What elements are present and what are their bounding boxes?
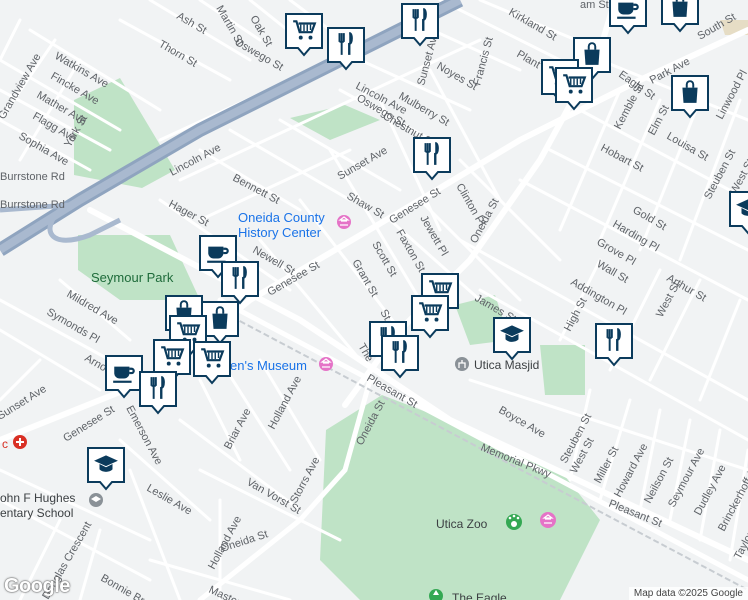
- restaurant-marker[interactable]: [595, 323, 633, 367]
- map-canvas[interactable]: Ash St Martin St Oak St Oswego St Thorn …: [0, 0, 748, 600]
- shopping-bag-icon: [671, 0, 689, 18]
- map-attribution[interactable]: Map data ©2025 Google: [628, 587, 748, 600]
- street-label: Jewett Pl: [417, 214, 450, 259]
- street-label: Burrstone Rd: [0, 171, 65, 183]
- street-label: Faxton St: [393, 228, 427, 275]
- museum-icon[interactable]: [319, 357, 333, 371]
- street-label: Grant St: [349, 258, 380, 299]
- shopping-bag-marker[interactable]: [201, 301, 239, 345]
- restaurant-marker[interactable]: [401, 3, 439, 47]
- street-label: Hobart St: [599, 142, 646, 174]
- street-label: Shaw St: [345, 190, 386, 221]
- poi-label-eagle: The Eagle: [452, 591, 507, 600]
- museum-icon[interactable]: [337, 215, 351, 229]
- shopping-bag-marker[interactable]: [671, 75, 709, 119]
- poi-label-zoo: Utica Zoo: [436, 517, 488, 531]
- restaurant-marker[interactable]: [327, 27, 365, 71]
- restaurant-marker[interactable]: [413, 137, 451, 181]
- poi-label-history-center-1: Oneida County: [238, 210, 325, 225]
- zoo-icon[interactable]: [506, 514, 522, 530]
- school-icon[interactable]: [89, 493, 103, 507]
- museum-icon[interactable]: [540, 512, 556, 528]
- school-marker[interactable]: [87, 447, 125, 491]
- shopping-cart-marker[interactable]: [285, 13, 323, 57]
- shopping-cart-marker[interactable]: [193, 341, 231, 385]
- street-label: Dudley Ave: [692, 463, 729, 518]
- street-label: Boyce Ave: [497, 404, 548, 440]
- street-label: Thorn St: [157, 38, 200, 69]
- google-logo: Google: [4, 575, 70, 597]
- street-label: West St: [654, 280, 683, 319]
- shopping-cart-marker[interactable]: [555, 67, 593, 111]
- street-label: Sunset Ave: [336, 144, 390, 182]
- poi-label-museum: en's Museum: [230, 358, 307, 373]
- street-label: Burrstone Rd: [0, 199, 65, 211]
- restaurant-marker[interactable]: [221, 261, 259, 305]
- street-label: High St: [562, 296, 590, 333]
- street-label: Ash St: [175, 10, 209, 37]
- street-label: Briar Ave: [222, 407, 253, 452]
- street-label: am St: [580, 0, 609, 11]
- cafe-marker[interactable]: [609, 0, 647, 35]
- cafe-marker[interactable]: [105, 355, 143, 399]
- poi-label-school-2: entary School: [0, 506, 73, 520]
- mosque-icon[interactable]: [455, 357, 469, 371]
- poi-label-masjid: Utica Masjid: [474, 358, 539, 372]
- poi-label-seymour-park: Seymour Park: [91, 270, 174, 285]
- street-label: Hager St: [167, 198, 211, 229]
- shopping-bag-marker[interactable]: [661, 0, 699, 33]
- restaurant-marker[interactable]: [139, 371, 177, 415]
- school-marker[interactable]: [493, 317, 531, 361]
- street-label: Sunset Ave: [0, 383, 49, 423]
- poi-label-hospital: c: [2, 437, 8, 451]
- shopping-cart-marker[interactable]: [411, 295, 449, 339]
- school-marker[interactable]: [729, 191, 748, 235]
- poi-label-school-1: ohn F Hughes: [0, 491, 75, 505]
- poi-label-history-center-2: History Center: [238, 225, 322, 240]
- hospital-icon[interactable]: [13, 435, 27, 449]
- restaurant-marker[interactable]: [381, 335, 419, 379]
